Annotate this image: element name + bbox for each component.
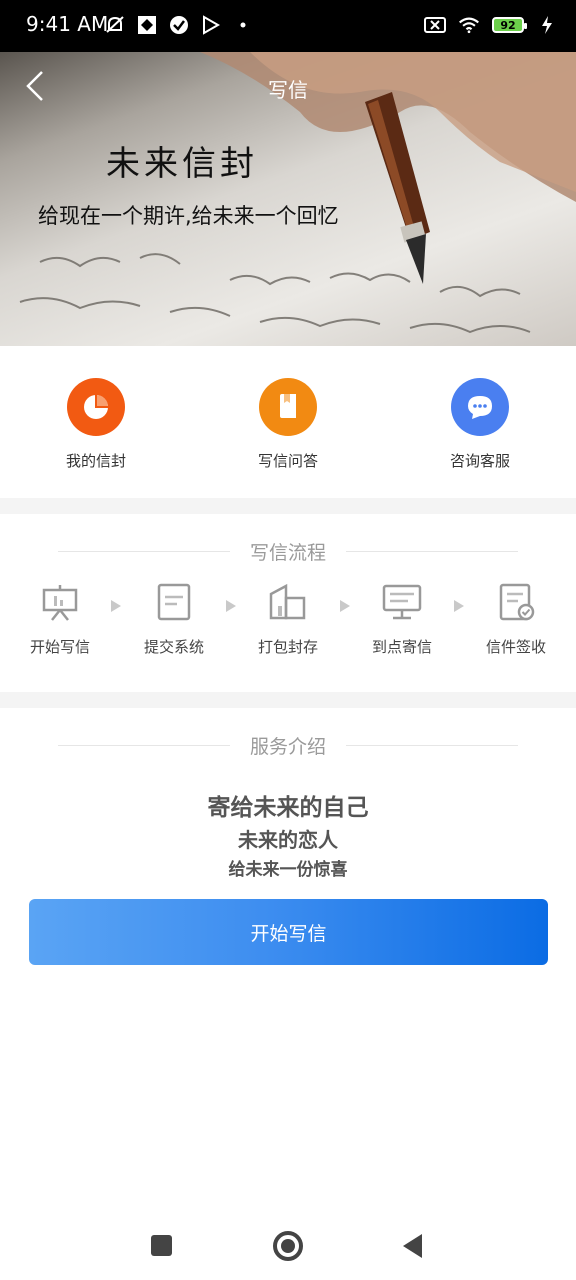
hero-subtitle: 给现在一个期许,给未来一个回忆 bbox=[38, 204, 339, 228]
step-package-seal: 打包封存 bbox=[238, 582, 338, 657]
monitor-icon bbox=[382, 584, 422, 620]
system-navigation-bar bbox=[0, 1210, 576, 1280]
quick-actions: 我的信封 写信问答 咨询客服 bbox=[0, 346, 576, 498]
package-icon bbox=[269, 583, 306, 620]
no-sim-icon bbox=[424, 14, 446, 36]
document-icon bbox=[157, 583, 191, 621]
my-envelopes-label: 我的信封 bbox=[65, 452, 126, 470]
step-arrow-icon bbox=[340, 600, 350, 612]
step-start-writing: 开始写信 bbox=[10, 582, 110, 657]
process-title: 写信流程 bbox=[249, 542, 326, 564]
status-time: 9:41 AM bbox=[26, 12, 109, 36]
app-notification-icon bbox=[136, 14, 158, 36]
easel-icon bbox=[42, 585, 78, 621]
charging-icon bbox=[536, 14, 558, 36]
my-envelopes-button[interactable]: 我的信封 bbox=[26, 378, 166, 471]
customer-service-label: 咨询客服 bbox=[449, 452, 510, 470]
chat-bubble-icon bbox=[451, 378, 509, 436]
page-title: 写信 bbox=[268, 78, 308, 102]
system-back-button[interactable] bbox=[403, 1234, 422, 1258]
notification-icons bbox=[104, 14, 254, 36]
hero-banner: 写信 未来信封 给现在一个期许,给未来一个回忆 bbox=[0, 52, 576, 346]
step-label: 提交系统 bbox=[143, 638, 204, 656]
service-line-3: 给未来一份惊喜 bbox=[228, 860, 348, 880]
status-bar: 9:41 AM 92 bbox=[0, 0, 576, 52]
hero-title: 未来信封 bbox=[106, 144, 258, 184]
step-label: 开始写信 bbox=[29, 638, 90, 656]
home-button[interactable] bbox=[273, 1231, 303, 1261]
service-intro-section: 服务介绍 寄给未来的自己 未来的恋人 给未来一份惊喜 开始写信 bbox=[0, 708, 576, 1108]
step-letter-received: 信件签收 bbox=[466, 582, 566, 657]
step-arrow-icon bbox=[226, 600, 236, 612]
step-label: 信件签收 bbox=[485, 638, 546, 656]
system-icons: 92 bbox=[424, 14, 558, 36]
book-icon bbox=[259, 378, 317, 436]
step-arrow-icon bbox=[111, 600, 121, 612]
play-store-icon bbox=[200, 14, 222, 36]
step-scheduled-send: 到点寄信 bbox=[352, 582, 452, 657]
step-arrow-icon bbox=[454, 600, 464, 612]
service-title: 服务介绍 bbox=[249, 736, 326, 758]
section-divider bbox=[0, 692, 576, 708]
recent-apps-button[interactable] bbox=[151, 1235, 172, 1256]
service-line-2: 未来的恋人 bbox=[238, 828, 338, 852]
muted-bell-icon bbox=[104, 14, 126, 36]
start-writing-button[interactable]: 开始写信 bbox=[29, 899, 548, 965]
section-divider bbox=[0, 498, 576, 514]
process-header: 写信流程 bbox=[0, 538, 576, 564]
step-label: 到点寄信 bbox=[371, 638, 432, 656]
service-headline: 寄给未来的自己 bbox=[207, 795, 369, 821]
writing-process-section: 写信流程 开始写信 提交系统 打包封存 到点寄信 信件签收 bbox=[0, 514, 576, 694]
wifi-icon bbox=[458, 14, 480, 36]
battery-icon: 92 bbox=[492, 17, 527, 33]
step-submit-system: 提交系统 bbox=[124, 582, 224, 657]
battery-level: 92 bbox=[500, 18, 516, 32]
pie-chart-icon bbox=[67, 378, 125, 436]
service-header: 服务介绍 bbox=[0, 732, 576, 758]
check-circle-icon bbox=[168, 14, 190, 36]
dot-icon bbox=[232, 14, 254, 36]
writing-qa-button[interactable]: 写信问答 bbox=[218, 378, 358, 471]
writing-qa-label: 写信问答 bbox=[257, 452, 318, 470]
signed-document-icon bbox=[499, 583, 535, 621]
customer-service-button[interactable]: 咨询客服 bbox=[410, 378, 550, 471]
step-label: 打包封存 bbox=[257, 638, 318, 656]
